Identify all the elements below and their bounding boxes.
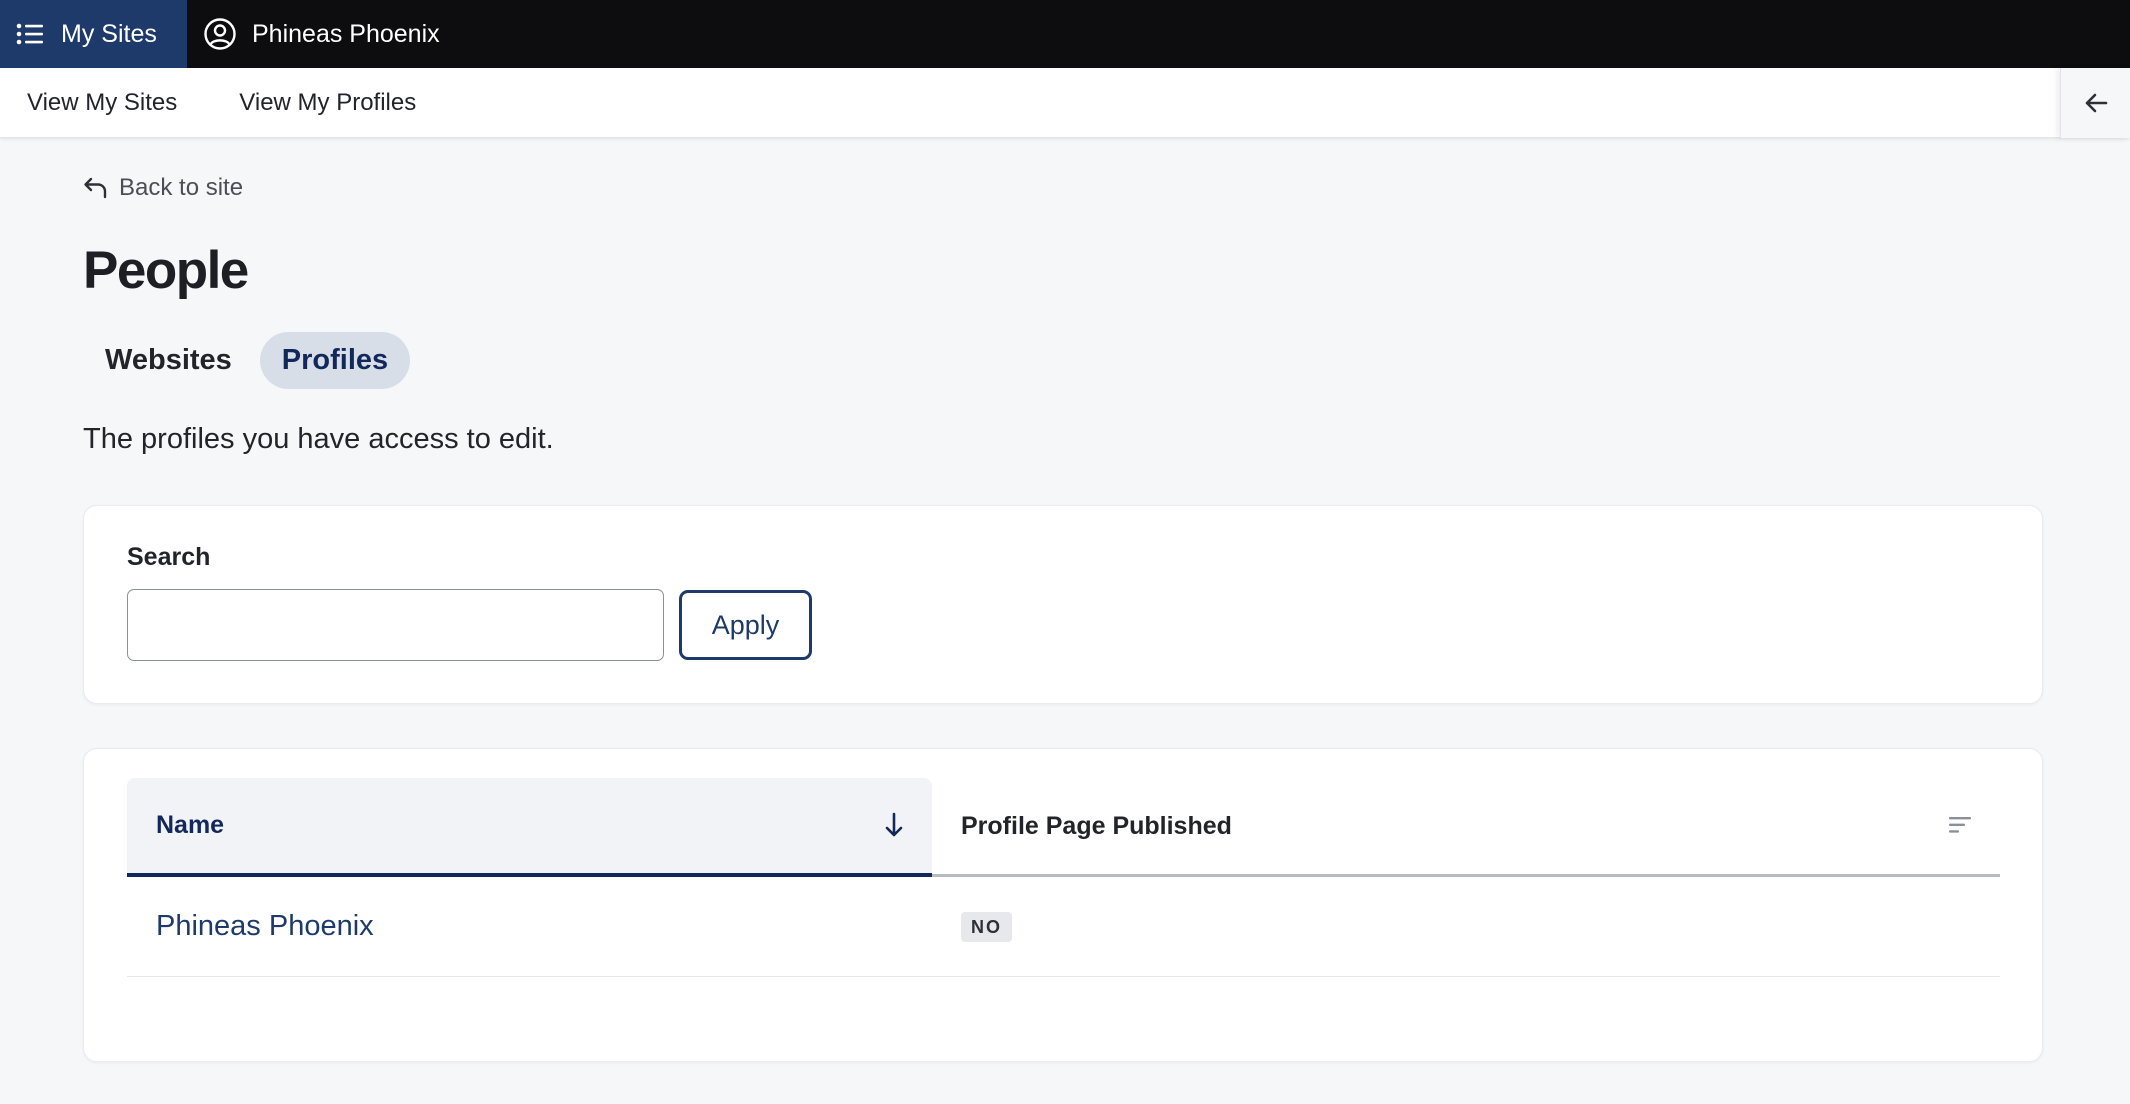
page-description: The profiles you have access to edit. xyxy=(83,423,554,455)
tab-profiles[interactable]: Profiles xyxy=(259,332,411,389)
table-header: Name Profile Page Published xyxy=(127,778,2000,877)
tab-websites[interactable]: Websites xyxy=(83,332,254,389)
column-header-published-label: Profile Page Published xyxy=(961,811,1232,840)
top-toolbar: My Sites Phineas Phoenix xyxy=(0,0,2130,68)
sort-lines-icon xyxy=(1948,815,1972,835)
search-panel: Search Apply xyxy=(83,505,2043,704)
status-badge: NO xyxy=(961,911,1012,942)
my-sites-label: My Sites xyxy=(61,19,157,48)
arrow-down-icon xyxy=(884,812,904,838)
search-input[interactable] xyxy=(127,589,664,661)
column-header-name[interactable]: Name xyxy=(127,778,932,877)
view-my-sites-link[interactable]: View My Sites xyxy=(27,89,177,117)
table-row: Phineas Phoenix NO xyxy=(127,877,2000,977)
my-sites-button[interactable]: My Sites xyxy=(0,0,187,68)
secondary-nav: View My Sites View My Profiles xyxy=(0,68,2130,138)
user-menu-button[interactable]: Phineas Phoenix xyxy=(187,17,440,51)
page-title: People xyxy=(83,241,249,300)
view-my-profiles-link[interactable]: View My Profiles xyxy=(239,89,416,117)
tab-bar: Websites Profiles xyxy=(83,332,411,389)
back-to-site-label: Back to site xyxy=(119,174,244,201)
search-label: Search xyxy=(127,543,211,571)
collapse-sidebar-button[interactable] xyxy=(2060,68,2130,138)
arrow-left-icon xyxy=(2084,92,2108,114)
profile-name-link[interactable]: Phineas Phoenix xyxy=(127,910,932,943)
user-name: Phineas Phoenix xyxy=(252,19,440,48)
column-header-name-label: Name xyxy=(156,811,225,839)
user-circle-icon xyxy=(203,17,237,51)
apply-button[interactable]: Apply xyxy=(679,590,812,660)
profiles-table: Name Profile Page Published Phineas Phoe… xyxy=(83,748,2043,1062)
back-to-site-link[interactable]: Back to site xyxy=(83,174,243,202)
column-header-profile-page-published[interactable]: Profile Page Published xyxy=(932,778,2000,877)
list-icon xyxy=(16,22,44,46)
return-arrow-icon xyxy=(83,176,107,200)
published-cell: NO xyxy=(932,911,1012,942)
